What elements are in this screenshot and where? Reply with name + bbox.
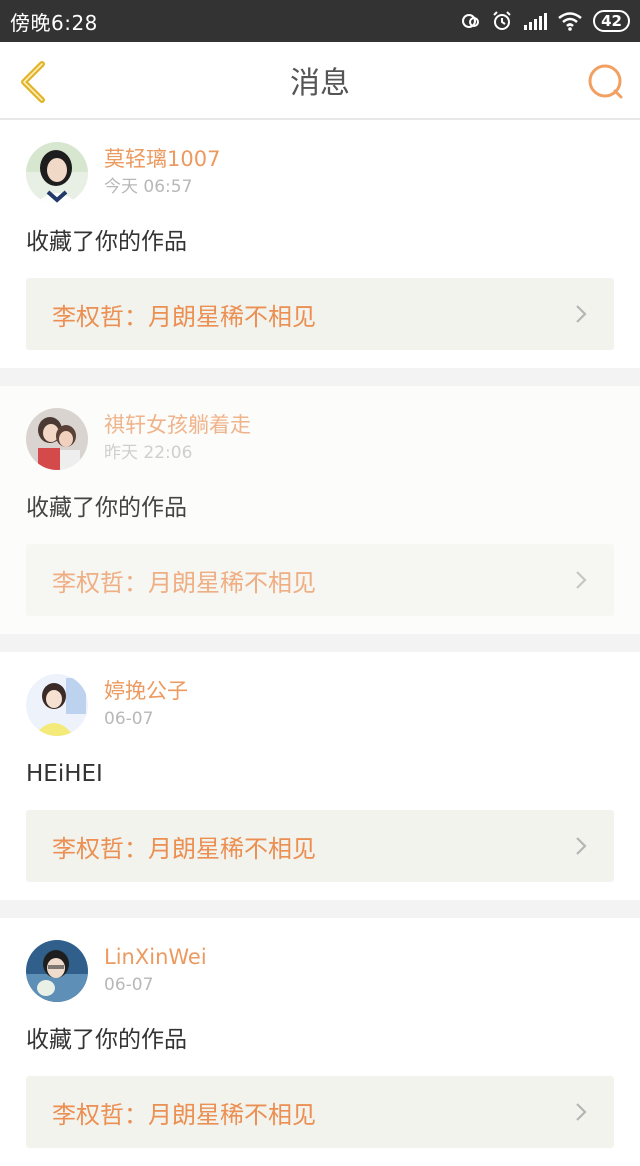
chevron-right-icon — [576, 571, 587, 589]
chevron-right-icon — [576, 837, 587, 855]
user-name[interactable]: 祺轩女孩躺着走 — [104, 410, 251, 440]
message-card[interactable]: LinXinWei 06-07 收藏了你的作品 李权哲：月朗星稀不相见 — [0, 918, 640, 1166]
work-link[interactable]: 李权哲：月朗星稀不相见 — [26, 278, 614, 350]
chevron-right-icon — [576, 305, 587, 323]
avatar[interactable] — [26, 940, 88, 1002]
status-icons: 42 — [461, 10, 630, 32]
user-name[interactable]: 莫轻璃1007 — [104, 144, 220, 174]
signal-icon — [524, 13, 548, 30]
avatar[interactable] — [26, 408, 88, 470]
message-text: 收藏了你的作品 — [26, 495, 187, 521]
user-name[interactable]: LinXinWei — [104, 942, 207, 972]
status-time: 傍晚6:28 — [10, 10, 98, 35]
chevron-right-icon — [576, 1103, 587, 1121]
user-name[interactable]: 婷挽公子 — [104, 676, 188, 706]
avatar[interactable] — [26, 142, 88, 204]
message-text: 收藏了你的作品 — [26, 229, 187, 255]
work-title: 李权哲：月朗星稀不相见 — [52, 302, 316, 331]
work-link[interactable]: 李权哲：月朗星稀不相见 — [26, 544, 614, 616]
message-text: HEiHEI — [26, 761, 103, 787]
message-card[interactable]: 婷挽公子 06-07 HEiHEI 李权哲：月朗星稀不相见 — [0, 652, 640, 900]
post-time: 今天 06:57 — [104, 177, 193, 197]
work-title: 李权哲：月朗星稀不相见 — [52, 568, 316, 597]
message-list: 莫轻璃1007 今天 06:57 收藏了你的作品 李权哲：月朗星稀不相见 祺轩女… — [0, 120, 640, 1166]
message-text: 收藏了你的作品 — [26, 1027, 187, 1053]
status-bar: 傍晚6:28 42 — [0, 0, 640, 42]
work-link[interactable]: 李权哲：月朗星稀不相见 — [26, 1076, 614, 1148]
message-card[interactable]: 莫轻璃1007 今天 06:57 收藏了你的作品 李权哲：月朗星稀不相见 — [0, 120, 640, 368]
sync-icon — [462, 14, 480, 28]
page-title: 消息 — [290, 66, 350, 101]
post-time: 昨天 22:06 — [104, 443, 193, 463]
work-title: 李权哲：月朗星稀不相见 — [52, 1100, 316, 1129]
work-link[interactable]: 李权哲：月朗星稀不相见 — [26, 810, 614, 882]
battery-indicator: 42 — [593, 10, 630, 32]
post-time: 06-07 — [104, 709, 154, 729]
post-time: 06-07 — [104, 975, 154, 995]
wifi-icon — [558, 12, 582, 31]
work-title: 李权哲：月朗星稀不相见 — [52, 834, 316, 863]
avatar[interactable] — [26, 674, 88, 736]
alarm-icon — [493, 11, 511, 30]
message-card[interactable]: 祺轩女孩躺着走 昨天 22:06 收藏了你的作品 李权哲：月朗星稀不相见 — [0, 386, 640, 634]
search-icon[interactable] — [586, 62, 626, 102]
header: 消息 — [0, 42, 640, 120]
